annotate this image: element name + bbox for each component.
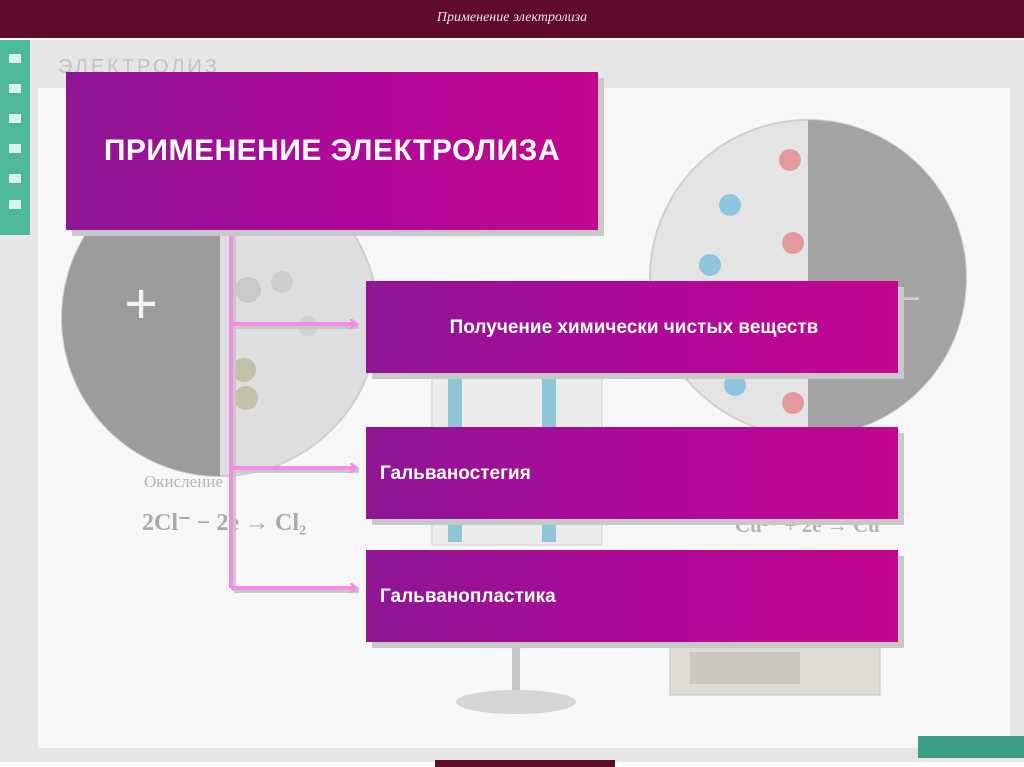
main-title-box: ПРИМЕНЕНИЕ ЭЛЕКТРОЛИЗА [66, 72, 598, 230]
item-box-galvanoplasty: Гальванопластика [366, 550, 898, 642]
item-label: Получение химически чистых веществ [449, 317, 819, 338]
item-box-galvanostegy: Гальваностегия [366, 427, 898, 519]
item-label: Гальванопластика [380, 586, 556, 607]
item-box-pure-substances: Получение химически чистых веществ [366, 281, 898, 373]
main-title: ПРИМЕНЕНИЕ ЭЛЕКТРОЛИЗА [103, 134, 561, 167]
bottom-accent-bar [435, 760, 615, 767]
item-label: Гальваностегия [380, 463, 531, 484]
